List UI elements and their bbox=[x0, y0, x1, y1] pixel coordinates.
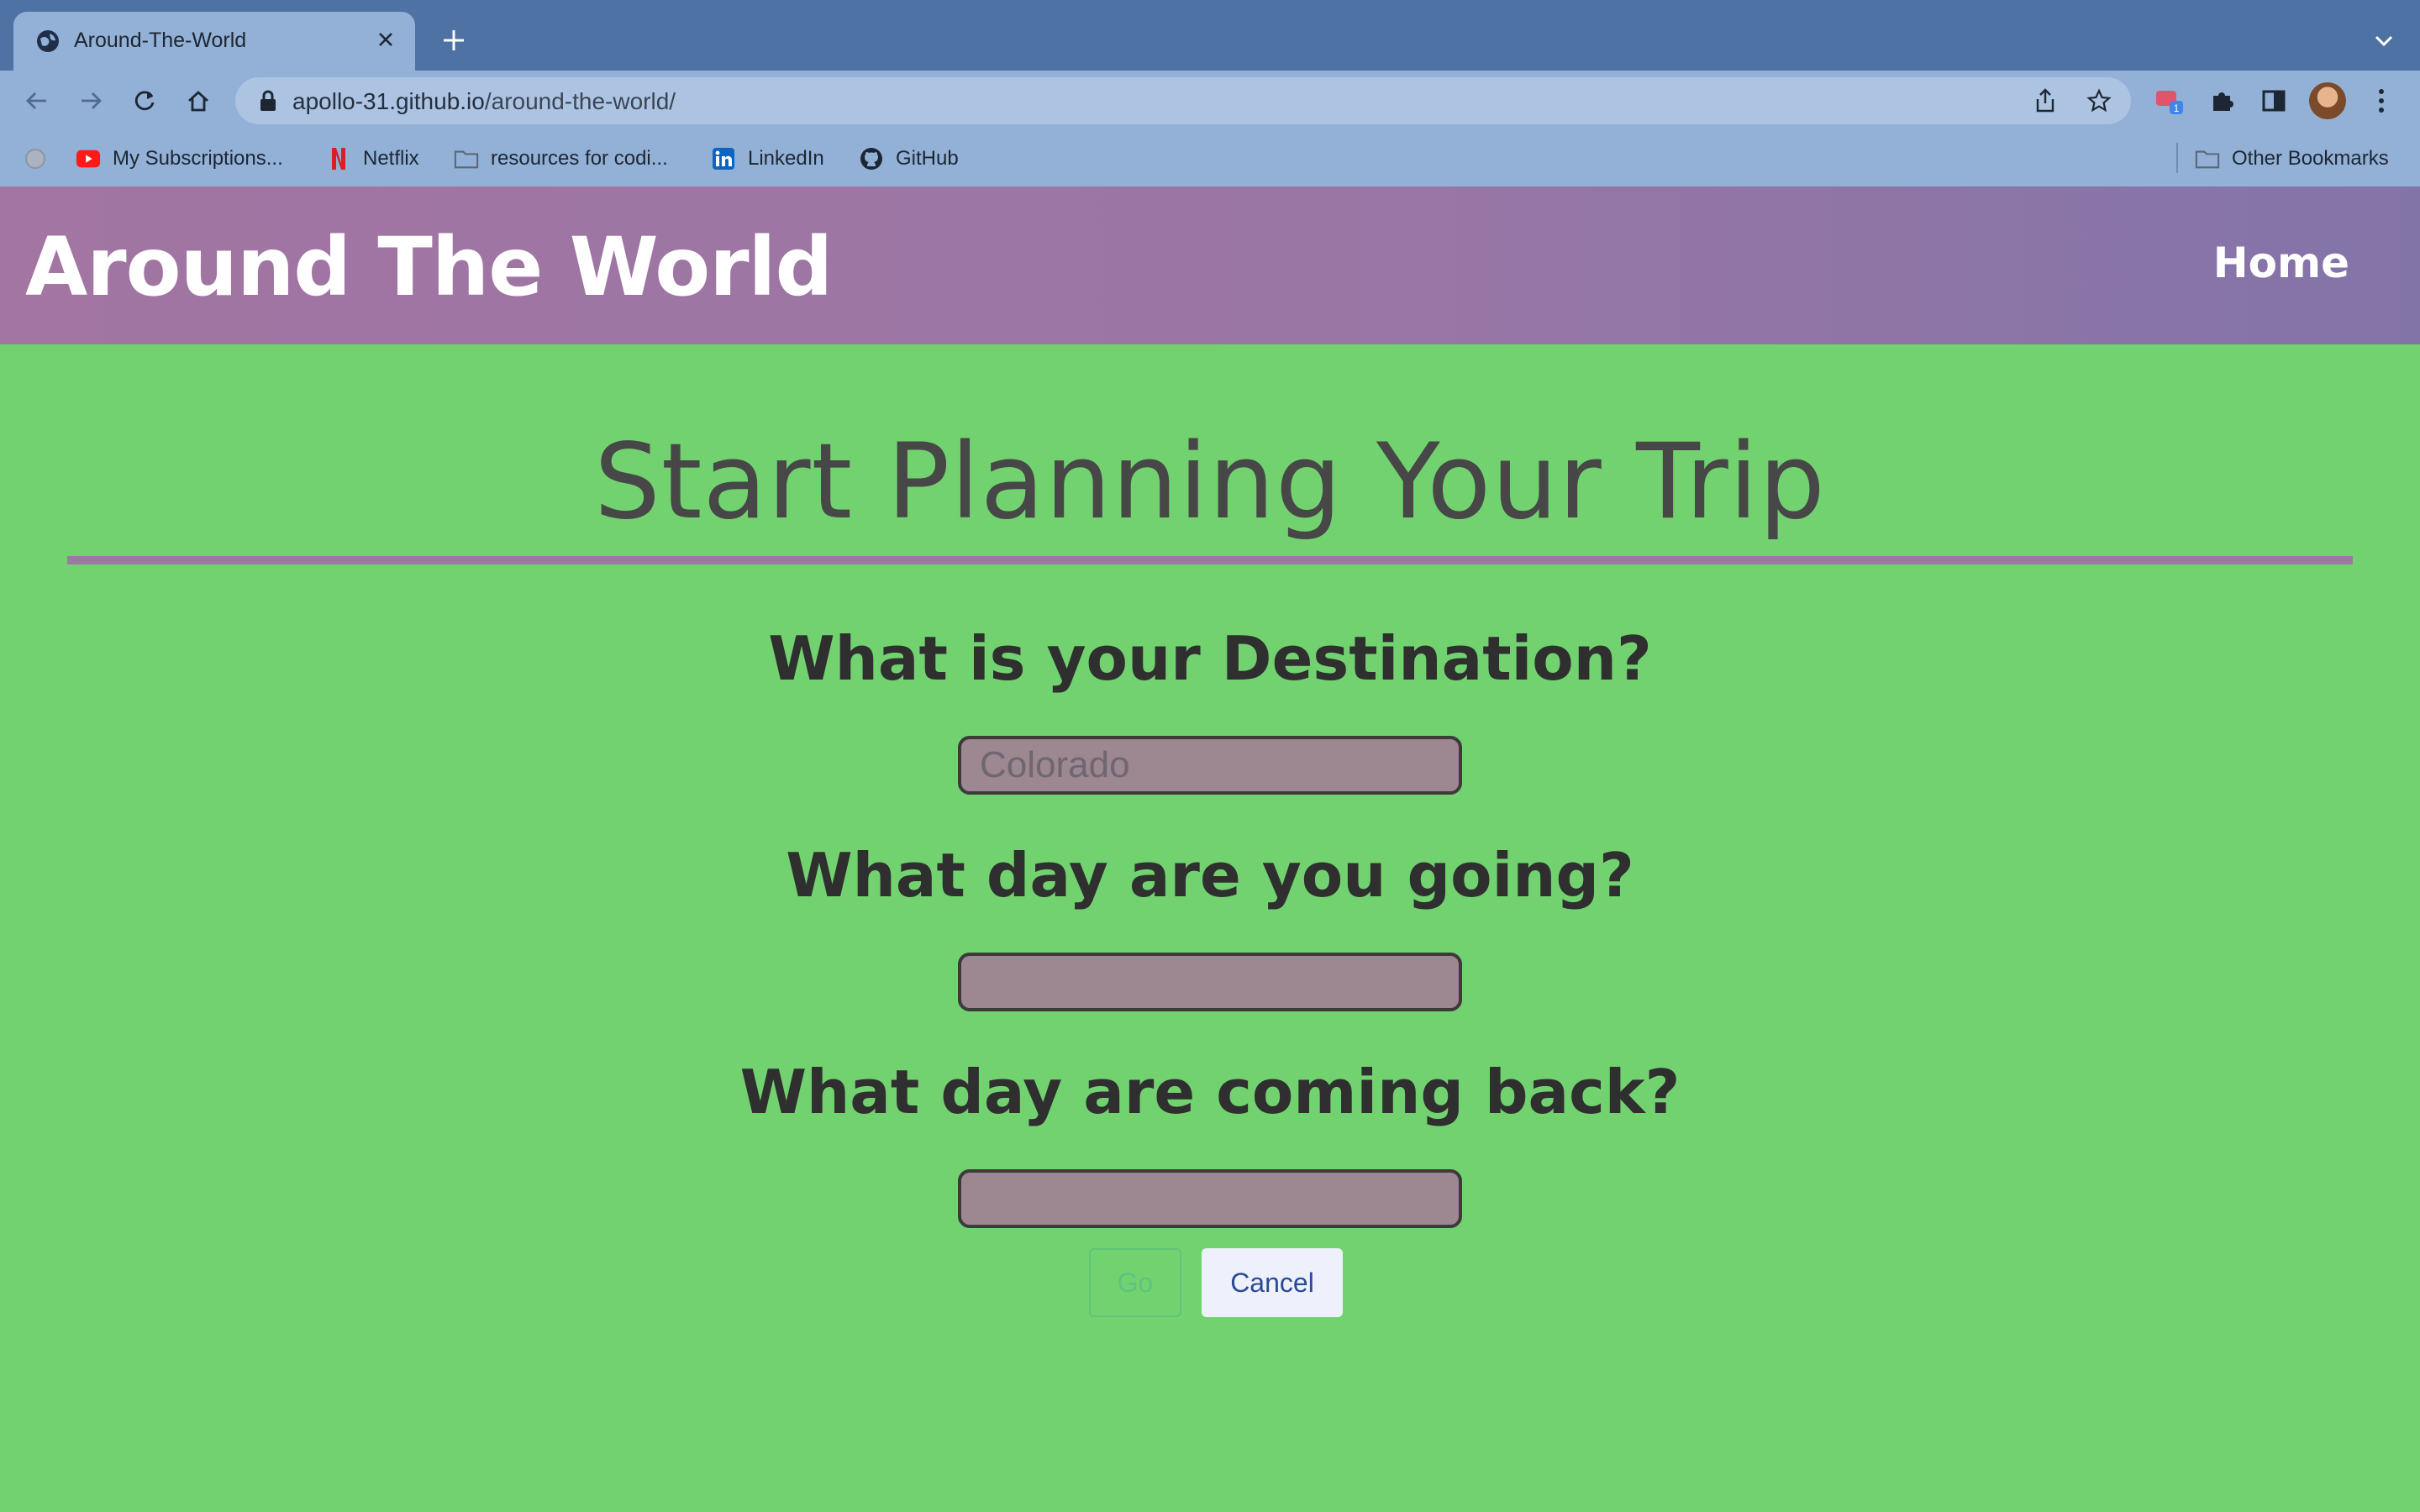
back-arrow-icon[interactable] bbox=[18, 82, 55, 119]
github-icon bbox=[859, 146, 884, 171]
netflix-icon bbox=[326, 146, 351, 171]
folder-icon bbox=[454, 146, 479, 171]
depart-date-question: What day are you going? bbox=[786, 840, 1634, 911]
browser-tab[interactable]: Around-The-World bbox=[13, 12, 415, 71]
linkedin-icon bbox=[711, 146, 736, 171]
cancel-button[interactable]: Cancel bbox=[1202, 1248, 1343, 1317]
bookmark-label: Other Bookmarks bbox=[2232, 147, 2389, 170]
nav-home-link[interactable]: Home bbox=[2213, 239, 2349, 287]
close-tab-icon[interactable] bbox=[371, 25, 400, 54]
chevron-down-icon[interactable] bbox=[2370, 27, 2398, 55]
url-text: apollo-31.github.io/around-the-world/ bbox=[292, 88, 676, 115]
home-icon[interactable] bbox=[180, 82, 217, 119]
bookmark-label: LinkedIn bbox=[748, 147, 824, 170]
go-button[interactable]: Go bbox=[1089, 1248, 1181, 1317]
bookmark-label: My Subscriptions... bbox=[113, 147, 283, 170]
browser-chrome: Around-The-World apollo-31.github.io/aro… bbox=[0, 0, 2420, 186]
page-title: Start Planning Your Trip bbox=[594, 422, 1826, 543]
share-icon[interactable] bbox=[2030, 86, 2060, 116]
heading-divider bbox=[67, 556, 2353, 564]
forward-arrow-icon[interactable] bbox=[72, 82, 109, 119]
profile-avatar[interactable] bbox=[2309, 82, 2346, 119]
bookmark-subscriptions[interactable]: My Subscriptions... bbox=[76, 143, 283, 175]
youtube-icon bbox=[76, 146, 101, 171]
puzzle-icon[interactable] bbox=[2203, 82, 2240, 119]
tab-title: Around-The-World bbox=[74, 29, 247, 52]
destination-question: What is your Destination? bbox=[768, 623, 1652, 694]
bookmark-resources-folder[interactable]: resources for codi... bbox=[454, 143, 668, 175]
browser-toolbar: apollo-31.github.io/around-the-world/ 1 bbox=[0, 71, 2420, 131]
site-title: Around The World bbox=[25, 220, 833, 314]
url-path: /around-the-world/ bbox=[484, 88, 676, 114]
bookmark-label: GitHub bbox=[896, 147, 959, 170]
site-header: Around The World Home bbox=[0, 186, 2420, 344]
depart-date-input[interactable] bbox=[958, 953, 1462, 1011]
bookmarks-bar: My Subscriptions... Netflix resources fo… bbox=[0, 131, 2420, 186]
bookmark-github[interactable]: GitHub bbox=[859, 143, 959, 175]
globe-icon bbox=[37, 30, 59, 52]
tab-strip: Around-The-World bbox=[0, 0, 2420, 71]
new-tab-icon[interactable] bbox=[437, 24, 471, 57]
bookmark-linkedin[interactable]: LinkedIn bbox=[711, 143, 824, 175]
return-date-input[interactable] bbox=[958, 1169, 1462, 1228]
destination-input[interactable] bbox=[958, 736, 1462, 795]
bookmark-netflix[interactable]: Netflix bbox=[326, 143, 419, 175]
return-date-question: What day are coming back? bbox=[739, 1057, 1681, 1127]
reload-icon[interactable] bbox=[126, 82, 163, 119]
bookmarks-divider bbox=[2176, 143, 2178, 173]
folder-icon bbox=[2195, 146, 2220, 171]
apps-icon[interactable] bbox=[24, 143, 47, 175]
bookmark-label: resources for codi... bbox=[491, 147, 668, 170]
extension-icon[interactable]: 1 bbox=[2151, 82, 2188, 119]
lock-icon bbox=[260, 90, 276, 111]
bookmark-label: Netflix bbox=[363, 147, 419, 170]
address-bar[interactable]: apollo-31.github.io/around-the-world/ bbox=[235, 77, 2131, 124]
url-host: apollo-31.github.io bbox=[292, 88, 485, 114]
menu-kebab-icon[interactable] bbox=[2363, 82, 2400, 119]
extension-badge: 1 bbox=[2174, 102, 2180, 114]
star-icon[interactable] bbox=[2084, 86, 2114, 116]
side-panel-icon[interactable] bbox=[2255, 82, 2292, 119]
bookmark-other-bookmarks[interactable]: Other Bookmarks bbox=[2195, 143, 2389, 175]
